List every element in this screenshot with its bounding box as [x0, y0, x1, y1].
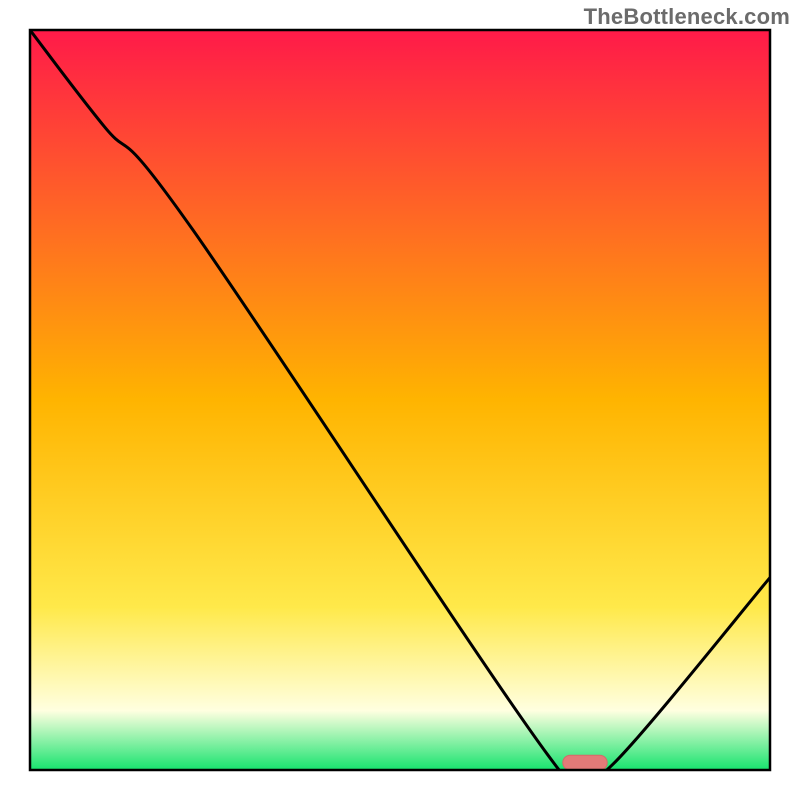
optimal-marker: [563, 755, 607, 770]
chart-svg: [0, 0, 800, 800]
chart-container: TheBottleneck.com: [0, 0, 800, 800]
gradient-background: [30, 30, 770, 770]
watermark-text: TheBottleneck.com: [584, 4, 790, 30]
